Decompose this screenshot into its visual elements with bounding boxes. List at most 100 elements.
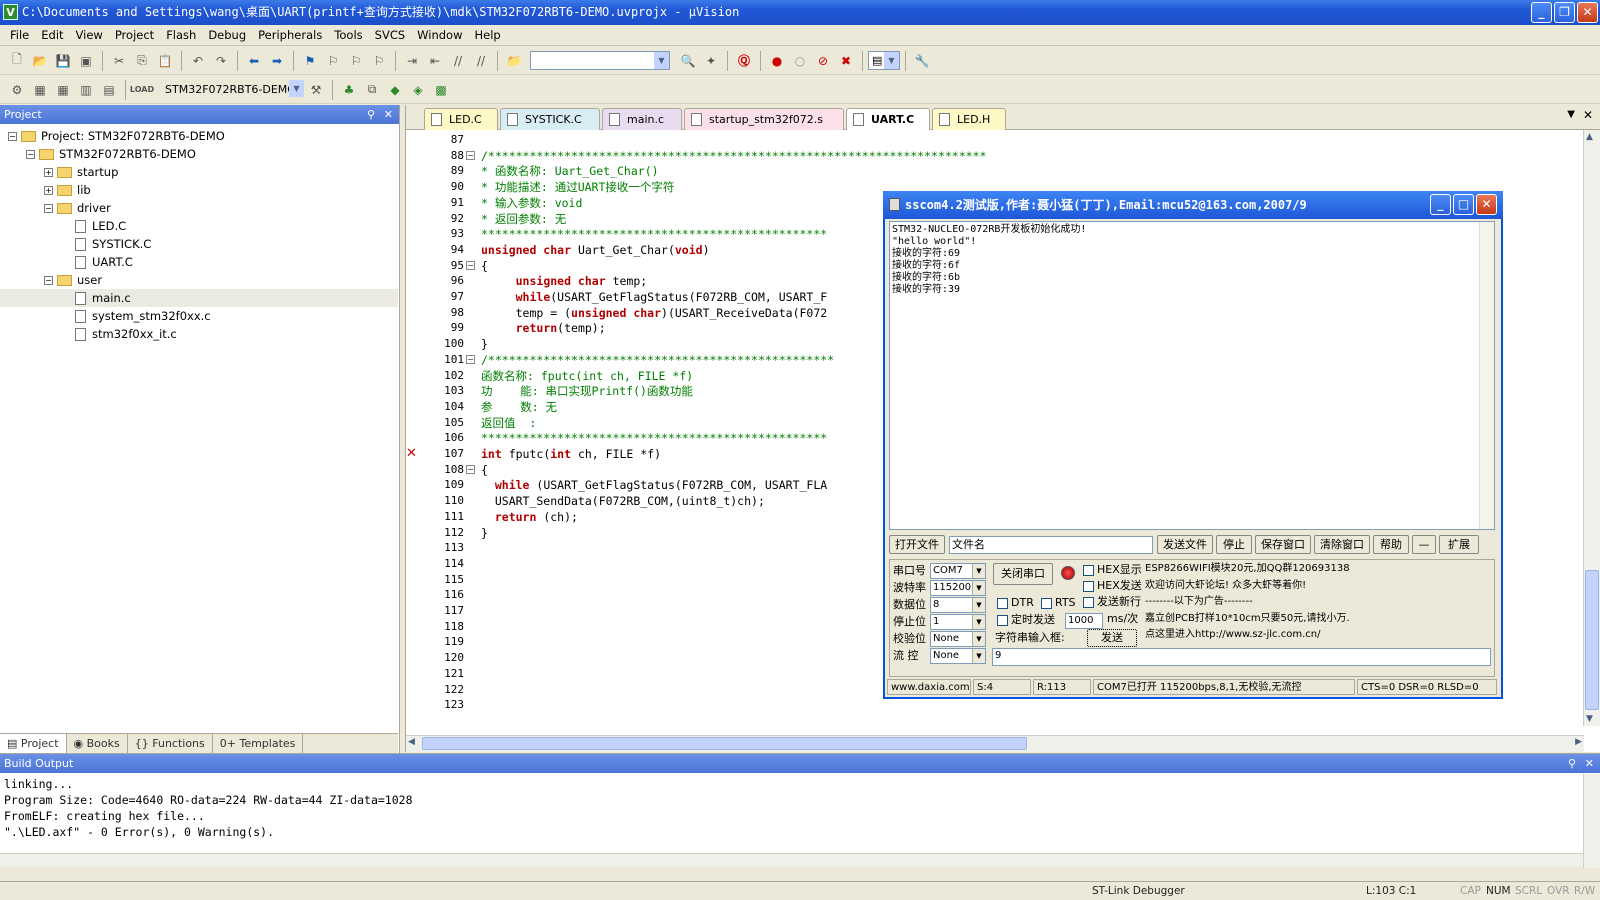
menu-help[interactable]: Help — [469, 25, 507, 46]
scroll-up-icon[interactable]: ▲ — [1586, 132, 1593, 142]
help-button[interactable]: 帮助 — [1373, 535, 1409, 554]
panel-close-icon[interactable]: ✕ — [384, 105, 393, 124]
dtr-checkbox[interactable] — [997, 598, 1008, 609]
bookmark-clear-icon[interactable]: ⚐ — [368, 50, 390, 72]
scroll-right-icon[interactable]: ▶ — [1575, 737, 1582, 747]
copy-icon[interactable]: ⎘ — [131, 50, 153, 72]
debug-session-icon[interactable]: Ⓠ — [733, 50, 755, 72]
menu-edit[interactable]: Edit — [35, 25, 69, 46]
undo-icon[interactable]: ↶ — [187, 50, 209, 72]
nav-back-icon[interactable]: ⬅ — [243, 50, 265, 72]
tab-led-h[interactable]: LED.H — [932, 108, 1006, 130]
editor-vscroll-thumb[interactable] — [1585, 570, 1599, 710]
tree-folder-item[interactable]: − Project: STM32F072RBT6-DEMO — [0, 127, 398, 145]
menu-project[interactable]: Project — [109, 25, 160, 46]
chevron-down-icon[interactable]: ▼ — [972, 649, 985, 663]
find-combo[interactable]: ▼ — [530, 51, 670, 70]
code-fold-icon[interactable]: − — [466, 354, 475, 364]
sscom-receive-area[interactable]: STM32-NUCLEO-072RB开发板初始化成功! "hello world… — [889, 221, 1495, 530]
manage-components-icon[interactable]: ♣ — [338, 79, 360, 101]
stop-button[interactable]: 停止 — [1216, 535, 1252, 554]
bookmark-toggle-icon[interactable]: ⚑ — [299, 50, 321, 72]
close-button[interactable]: ✕ — [1577, 2, 1598, 23]
chevron-down-icon[interactable]: ▼ — [972, 632, 985, 646]
rts-checkbox[interactable] — [1041, 598, 1052, 609]
build-vscrollbar[interactable] — [1583, 774, 1600, 868]
run-time-env-icon[interactable]: ▩ — [430, 79, 452, 101]
expand-button[interactable]: 扩展 — [1439, 535, 1479, 554]
breakpoint-kill-all-icon[interactable]: ✖ — [835, 50, 857, 72]
scroll-left-icon[interactable]: ◀ — [408, 737, 415, 747]
expand-icon[interactable]: + — [44, 185, 53, 195]
stop-build-icon[interactable]: ▤ — [98, 79, 120, 101]
code-fold-icon[interactable]: − — [466, 150, 475, 160]
menu-debug[interactable]: Debug — [202, 25, 252, 46]
sscom-maximize-button[interactable]: □ — [1453, 194, 1474, 215]
tree-file-item[interactable]: UART.C — [0, 253, 398, 271]
build-icon[interactable]: ▦ — [29, 79, 51, 101]
code-fold-icon[interactable]: − — [466, 260, 475, 270]
collapse-icon[interactable]: − — [26, 149, 35, 159]
restore-button[interactable]: ❐ — [1554, 2, 1575, 23]
databits-select[interactable]: 8 ▼ — [930, 597, 986, 613]
receive-scrollbar[interactable] — [1479, 222, 1494, 529]
clear-window-button[interactable]: 清除窗口 — [1314, 535, 1370, 554]
tree-folder-item[interactable]: − user — [0, 271, 398, 289]
save-all-icon[interactable]: ▣ — [75, 50, 97, 72]
tab-led-c[interactable]: LED.C — [424, 108, 498, 130]
pack-installer-icon[interactable]: ◈ — [407, 79, 429, 101]
target-options-icon[interactable]: ⚒ — [305, 79, 327, 101]
uncomment-icon[interactable]: // — [470, 50, 492, 72]
editor-hscroll-thumb[interactable] — [422, 737, 1027, 750]
tab-main-c[interactable]: main.c — [602, 108, 682, 130]
save-icon[interactable]: 💾 — [52, 50, 74, 72]
tab-startup-s[interactable]: startup_stm32f072.s — [684, 108, 844, 130]
send-newline-checkbox[interactable] — [1083, 597, 1094, 608]
collapse-icon[interactable]: − — [8, 131, 17, 141]
menu-svcs[interactable]: SVCS — [369, 25, 412, 46]
hex-display-checkbox[interactable] — [1083, 565, 1094, 576]
chevron-down-icon[interactable]: ▼ — [972, 615, 985, 629]
chevron-down-icon[interactable]: ▼ — [289, 80, 304, 97]
send-button[interactable]: 发送 — [1087, 629, 1137, 647]
stopbits-select[interactable]: 1 ▼ — [930, 614, 986, 630]
tree-file-item[interactable]: main.c — [0, 289, 398, 307]
hex-send-checkbox[interactable] — [1083, 581, 1094, 592]
tree-folder-item[interactable]: − STM32F072RBT6-DEMO — [0, 145, 398, 163]
editor-horizontal-scrollbar[interactable]: ◀ ▶ — [406, 735, 1584, 752]
tab-list-dropdown-icon[interactable]: ▼ — [1567, 109, 1575, 120]
parity-select[interactable]: None ▼ — [930, 631, 986, 647]
tree-file-item[interactable]: system_stm32f0xx.c — [0, 307, 398, 325]
nav-forward-icon[interactable]: ➡ — [266, 50, 288, 72]
timed-send-checkbox[interactable] — [997, 615, 1008, 626]
breakpoint-disable-all-icon[interactable]: ⊘ — [812, 50, 834, 72]
menu-file[interactable]: File — [4, 25, 35, 46]
new-file-icon[interactable]: 🗋 — [6, 50, 28, 72]
menu-tools[interactable]: Tools — [328, 25, 368, 46]
chevron-down-icon[interactable]: ▼ — [884, 52, 899, 69]
tab-systick-c[interactable]: SYSTICK.C — [500, 108, 600, 130]
save-window-button[interactable]: 保存窗口 — [1255, 535, 1311, 554]
sscom-close-button[interactable]: ✕ — [1476, 194, 1497, 215]
expand-icon[interactable]: + — [44, 167, 53, 177]
menu-view[interactable]: View — [70, 25, 109, 46]
tab-uart-c[interactable]: UART.C — [846, 108, 930, 130]
baud-select[interactable]: 115200 ▼ — [930, 580, 986, 596]
close-port-button[interactable]: 关闭串口 — [993, 563, 1053, 585]
menu-window[interactable]: Window — [411, 25, 468, 46]
tree-file-item[interactable]: LED.C — [0, 217, 398, 235]
redo-icon[interactable]: ↷ — [210, 50, 232, 72]
menu-flash[interactable]: Flash — [160, 25, 202, 46]
cut-icon[interactable]: ✂ — [108, 50, 130, 72]
breakpoint-insert-icon[interactable]: ● — [766, 50, 788, 72]
flow-control-select[interactable]: None ▼ — [930, 648, 986, 664]
download-load-icon[interactable]: LOAD — [130, 79, 154, 101]
breakpoint-disable-icon[interactable]: ○ — [789, 50, 811, 72]
panel-close-icon[interactable]: ✕ — [1585, 754, 1594, 773]
configure-icon[interactable]: 🔧 — [911, 50, 933, 72]
send-string-input[interactable]: 9 — [992, 648, 1491, 666]
sscom-minimize-button[interactable]: _ — [1430, 194, 1451, 215]
multi-project-icon[interactable]: ⧉ — [361, 79, 383, 101]
tree-file-item[interactable]: stm32f0xx_it.c — [0, 325, 398, 343]
tree-file-item[interactable]: SYSTICK.C — [0, 235, 398, 253]
